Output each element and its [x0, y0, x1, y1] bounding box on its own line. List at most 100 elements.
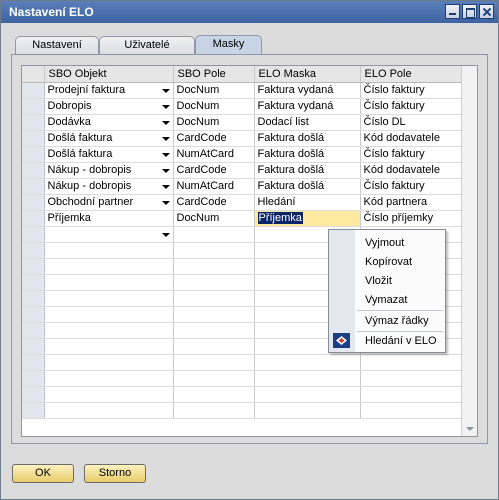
- scroll-down-icon[interactable]: [466, 427, 474, 431]
- cell-elo-maska[interactable]: [254, 402, 361, 419]
- table-row[interactable]: Dodávka DocNum Dodací list Číslo DL: [22, 114, 464, 131]
- table-row[interactable]: [22, 370, 464, 387]
- maximize-icon[interactable]: [462, 4, 477, 19]
- cell-sbo-objekt[interactable]: Nákup - dobropis: [44, 178, 174, 195]
- cell-sbo-pole[interactable]: [173, 354, 255, 371]
- dropdown-arrow-icon[interactable]: [161, 232, 170, 237]
- cell-elo-maska[interactable]: Faktura došlá: [254, 130, 361, 147]
- cell-sbo-pole[interactable]: [173, 386, 255, 403]
- menu-item-paste[interactable]: Vložit: [365, 272, 392, 290]
- tab-masky[interactable]: Masky: [195, 35, 262, 55]
- cell-sbo-pole[interactable]: NumAtCard: [173, 146, 255, 163]
- cell-elo-maska[interactable]: [254, 354, 361, 371]
- cell-sbo-objekt[interactable]: [44, 226, 174, 243]
- cell-sbo-objekt[interactable]: Dodávka: [44, 114, 174, 131]
- row-selector[interactable]: [22, 226, 45, 243]
- cell-sbo-pole[interactable]: DocNum: [173, 82, 255, 99]
- table-row[interactable]: [22, 402, 464, 419]
- table-row[interactable]: [22, 354, 464, 371]
- cell-sbo-pole[interactable]: [173, 306, 255, 323]
- cell-sbo-objekt[interactable]: [44, 322, 174, 339]
- cell-elo-pole[interactable]: Kód dodavatele: [360, 130, 464, 147]
- cell-sbo-objekt[interactable]: [44, 338, 174, 355]
- cell-elo-maska[interactable]: [254, 386, 361, 403]
- column-header-sbo-objekt[interactable]: SBO Objekt: [44, 66, 174, 83]
- cell-sbo-objekt[interactable]: Příjemka: [44, 210, 174, 227]
- cell-sbo-objekt[interactable]: [44, 258, 174, 275]
- dropdown-arrow-icon[interactable]: [161, 120, 170, 125]
- selected-text[interactable]: Příjemka: [257, 212, 303, 224]
- table-row[interactable]: Obchodní partner CardCode Hledání Kód partn…: [22, 194, 464, 211]
- cell-elo-pole[interactable]: Číslo faktury: [360, 146, 464, 163]
- cell-elo-maska[interactable]: Faktura došlá: [254, 178, 361, 195]
- row-selector[interactable]: [22, 146, 45, 163]
- cell-sbo-objekt[interactable]: Dobropis: [44, 98, 174, 115]
- cell-sbo-objekt[interactable]: [44, 306, 174, 323]
- cell-elo-pole[interactable]: [360, 386, 464, 403]
- menu-item-delete[interactable]: Vymazat: [365, 291, 407, 309]
- menu-item-delete-row[interactable]: Výmaz řádky: [365, 312, 429, 330]
- cell-sbo-objekt[interactable]: [44, 274, 174, 291]
- dropdown-arrow-icon[interactable]: [161, 168, 170, 173]
- cell-sbo-pole[interactable]: [173, 258, 255, 275]
- cell-elo-pole[interactable]: [360, 354, 464, 371]
- table-row[interactable]: Nákup - dobropis NumAtCard Faktura došlá Čí…: [22, 178, 464, 195]
- cancel-button[interactable]: Storno: [84, 464, 146, 483]
- cell-sbo-objekt[interactable]: Došlá faktura: [44, 130, 174, 147]
- cell-sbo-pole[interactable]: DocNum: [173, 210, 255, 227]
- cell-sbo-pole[interactable]: [173, 370, 255, 387]
- row-selector[interactable]: [22, 178, 45, 195]
- dropdown-arrow-icon[interactable]: [161, 104, 170, 109]
- row-selector[interactable]: [22, 402, 45, 419]
- row-selector[interactable]: [22, 306, 45, 323]
- cell-sbo-objekt[interactable]: [44, 386, 174, 403]
- menu-item-search-elo[interactable]: Hledání v ELO: [365, 332, 437, 350]
- table-row[interactable]: Prodejní faktura DocNum Faktura vydaná Čísl…: [22, 82, 464, 99]
- table-row[interactable]: Dobropis DocNum Faktura vydaná Číslo faktur…: [22, 98, 464, 115]
- close-icon[interactable]: [479, 4, 494, 19]
- cell-sbo-pole[interactable]: CardCode: [173, 162, 255, 179]
- cell-sbo-objekt[interactable]: Nákup - dobropis: [44, 162, 174, 179]
- column-header-sbo-pole[interactable]: SBO Pole: [173, 66, 255, 83]
- column-header-elo-pole[interactable]: ELO Pole: [360, 66, 464, 83]
- cell-sbo-objekt[interactable]: [44, 370, 174, 387]
- cell-elo-pole[interactable]: Číslo příjemky: [360, 210, 464, 227]
- cell-sbo-pole[interactable]: [173, 322, 255, 339]
- cell-sbo-objekt[interactable]: [44, 242, 174, 259]
- row-selector[interactable]: [22, 162, 45, 179]
- ok-button[interactable]: OK: [12, 464, 74, 483]
- table-row[interactable]: Nákup - dobropis CardCode Faktura došlá Kód…: [22, 162, 464, 179]
- row-selector[interactable]: [22, 274, 45, 291]
- tab-nastaveni[interactable]: Nastavení: [15, 36, 99, 55]
- menu-item-cut[interactable]: Vyjmout: [365, 234, 404, 252]
- dropdown-arrow-icon[interactable]: [161, 184, 170, 189]
- cell-elo-pole[interactable]: Číslo faktury: [360, 82, 464, 99]
- cell-elo-maska[interactable]: Příjemka: [254, 210, 361, 227]
- cell-sbo-pole[interactable]: DocNum: [173, 114, 255, 131]
- cell-sbo-pole[interactable]: [173, 242, 255, 259]
- row-selector[interactable]: [22, 322, 45, 339]
- cell-sbo-pole[interactable]: [173, 274, 255, 291]
- table-row[interactable]: Došlá faktura CardCode Faktura došlá Kód do…: [22, 130, 464, 147]
- cell-sbo-pole[interactable]: CardCode: [173, 130, 255, 147]
- table-row[interactable]: [22, 386, 464, 403]
- cell-sbo-pole[interactable]: [173, 226, 255, 243]
- cell-elo-maska[interactable]: Dodací list: [254, 114, 361, 131]
- cell-elo-maska[interactable]: Faktura vydaná: [254, 82, 361, 99]
- dropdown-arrow-icon[interactable]: [161, 136, 170, 141]
- cell-elo-pole[interactable]: Číslo faktury: [360, 98, 464, 115]
- cell-elo-maska[interactable]: Hledání: [254, 194, 361, 211]
- cell-elo-pole[interactable]: Kód dodavatele: [360, 162, 464, 179]
- cell-elo-pole[interactable]: Kód partnera: [360, 194, 464, 211]
- cell-sbo-objekt[interactable]: Došlá faktura: [44, 146, 174, 163]
- cell-elo-pole[interactable]: [360, 402, 464, 419]
- cell-elo-maska[interactable]: Faktura vydaná: [254, 98, 361, 115]
- column-header-elo-maska[interactable]: ELO Maska: [254, 66, 361, 83]
- row-selector[interactable]: [22, 242, 45, 259]
- dropdown-arrow-icon[interactable]: [161, 200, 170, 205]
- table-row[interactable]: Došlá faktura NumAtCard Faktura došlá Číslo…: [22, 146, 464, 163]
- cell-elo-maska[interactable]: Faktura došlá: [254, 146, 361, 163]
- cell-elo-pole[interactable]: [360, 370, 464, 387]
- table-row[interactable]: Příjemka DocNum Příjemka Číslo příjemky: [22, 210, 464, 227]
- cell-sbo-objekt[interactable]: [44, 354, 174, 371]
